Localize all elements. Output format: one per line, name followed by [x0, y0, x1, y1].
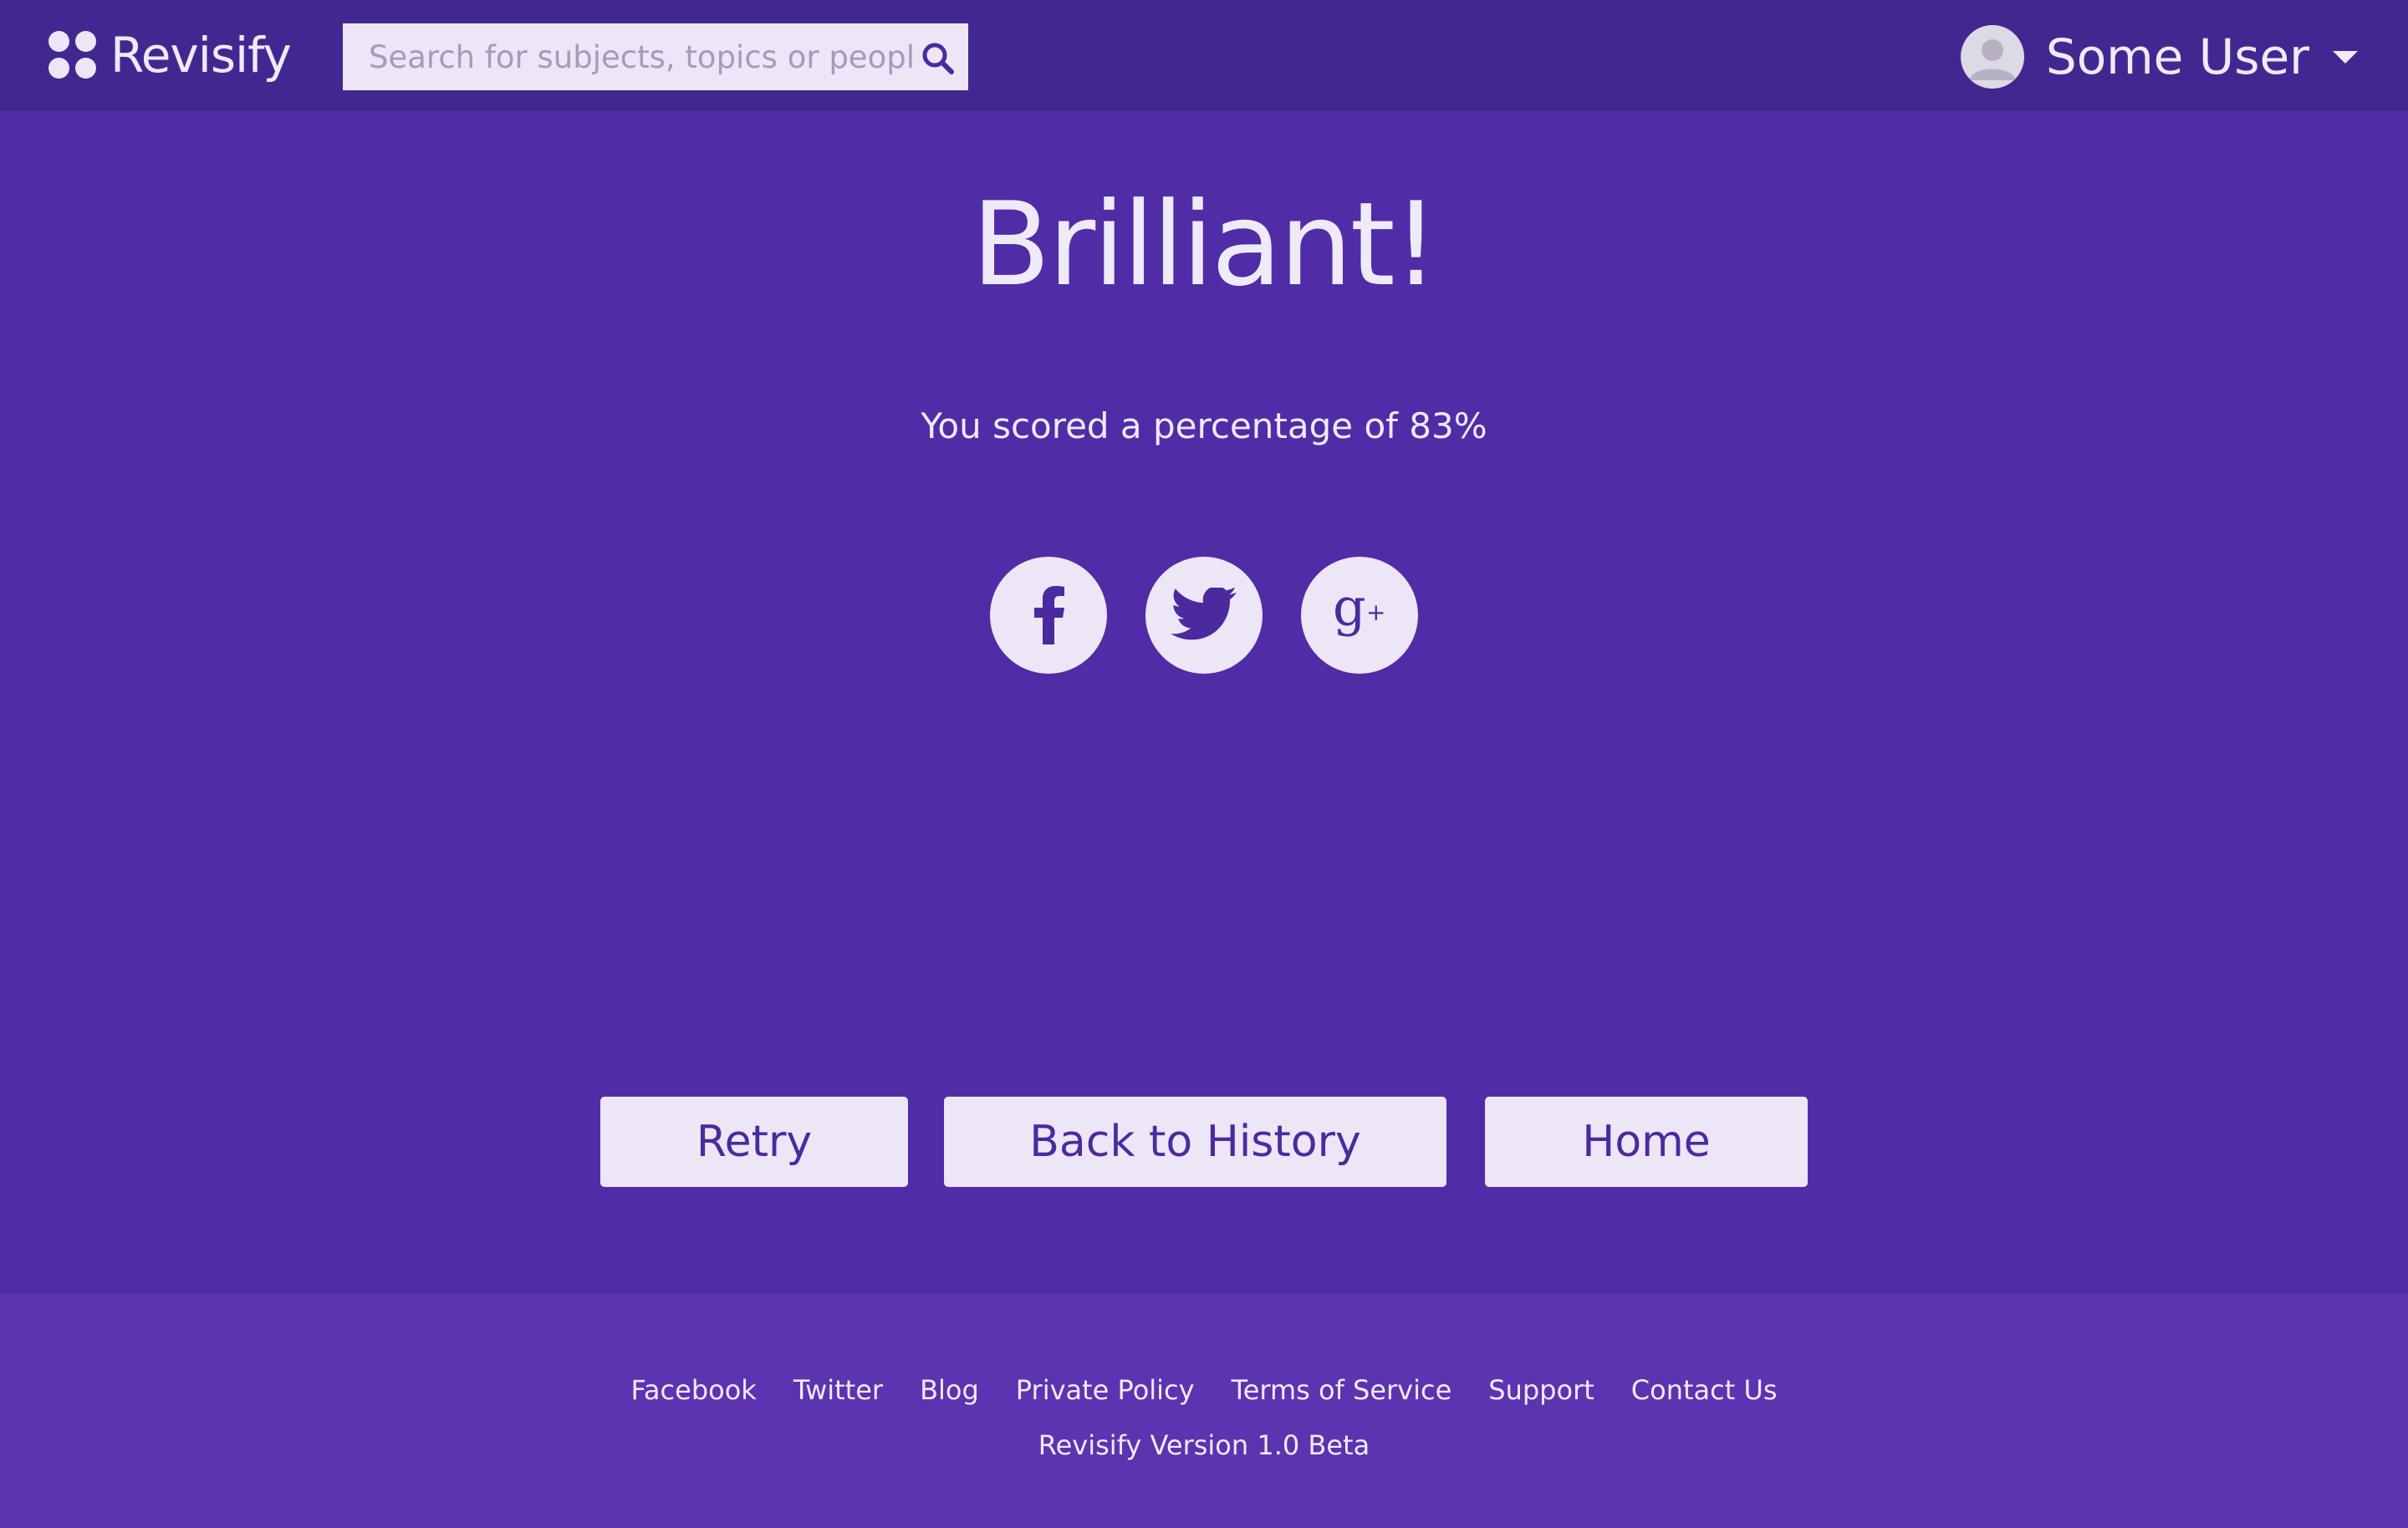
version-text: Revisify Version 1.0 Beta [1038, 1429, 1370, 1461]
twitter-icon [1171, 588, 1237, 640]
footer-link-support[interactable]: Support [1488, 1374, 1594, 1406]
footer-link-facebook[interactable]: Facebook [630, 1374, 756, 1406]
svg-text:+: + [1366, 598, 1385, 626]
footer-links: Facebook Twitter Blog Private Policy Ter… [0, 1374, 2408, 1406]
footer-link-blog[interactable]: Blog [920, 1374, 979, 1406]
top-navbar: Revisify Some User [0, 0, 2408, 111]
share-google-plus-button[interactable]: g + [1301, 557, 1418, 674]
user-menu[interactable]: Some User [1960, 23, 2358, 90]
result-headline: Brilliant! [971, 177, 1439, 312]
share-twitter-button[interactable] [1145, 557, 1263, 674]
svg-text:g: g [1333, 582, 1366, 638]
share-facebook-button[interactable] [990, 557, 1107, 674]
chevron-down-icon [2333, 50, 2358, 64]
retry-button[interactable]: Retry [600, 1097, 908, 1187]
footer-link-contact-us[interactable]: Contact Us [1631, 1374, 1778, 1406]
home-button[interactable]: Home [1485, 1097, 1808, 1187]
footer-link-twitter[interactable]: Twitter [793, 1374, 883, 1406]
brand-logo[interactable]: Revisify [48, 27, 292, 84]
search-icon[interactable] [920, 40, 957, 77]
facebook-icon [1034, 586, 1064, 644]
avatar [1960, 25, 2024, 89]
result-actions: Retry Back to History Home [0, 1097, 2408, 1187]
footer-link-private-policy[interactable]: Private Policy [1016, 1374, 1195, 1406]
search-input[interactable] [343, 23, 914, 91]
back-to-history-button[interactable]: Back to History [944, 1097, 1446, 1187]
search-bar [343, 23, 968, 91]
logo-dots-icon [48, 31, 97, 79]
footer-link-terms-of-service[interactable]: Terms of Service [1232, 1374, 1452, 1406]
avatar-person-icon [1968, 39, 2016, 80]
score-text: You scored a percentage of 83% [921, 405, 1487, 446]
user-name: Some User [2045, 28, 2309, 85]
share-buttons: g + [990, 557, 1418, 674]
brand-name: Revisify [110, 27, 292, 84]
google-plus-icon: g + [1333, 582, 1385, 638]
footer: Facebook Twitter Blog Private Policy Ter… [0, 1294, 2408, 1528]
